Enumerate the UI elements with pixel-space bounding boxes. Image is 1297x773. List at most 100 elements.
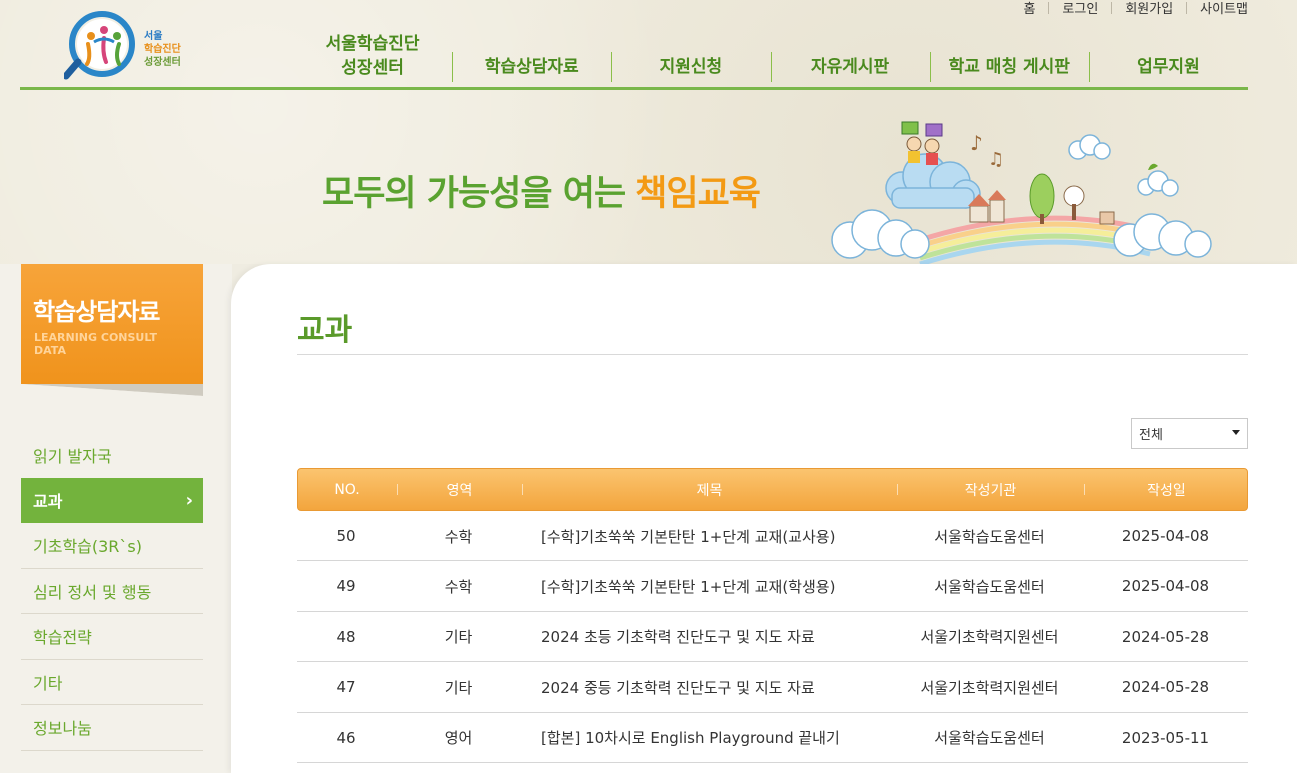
sidebar-subtitle-line: DATA: [34, 344, 66, 357]
utility-links: 홈 로그인 회원가입 사이트맵: [1023, 0, 1248, 17]
nav-label: 서울학습진단: [325, 34, 420, 54]
table-body: 50 수학 [수학]기초쑥쑥 기본탄탄 1+단계 교재(교사용) 서울학습도움센…: [297, 511, 1248, 763]
cell-no: 46: [336, 728, 356, 747]
banner-illustration: ♪ ♫: [831, 121, 1212, 266]
cell-no: 50: [336, 527, 356, 545]
nav-label: 자유게시판: [811, 57, 890, 77]
cell-title-link[interactable]: 2024 초등 기초학력 진단도구 및 지도 자료: [541, 612, 896, 662]
sidebar-item-etc[interactable]: 기타: [21, 660, 203, 705]
sidebar-item-label: 교과: [33, 492, 63, 512]
signup-link[interactable]: 회원가입: [1125, 0, 1173, 17]
nav-item-center[interactable]: 서울학습진단성장센터: [293, 28, 452, 84]
table-row[interactable]: 47 기타 2024 중등 기초학력 진단도구 및 지도 자료 서울기초학력지원…: [297, 662, 1248, 713]
logo-magnifier-icon: [62, 11, 135, 80]
nav-label: 지원신청: [659, 57, 723, 77]
sidebar-item-label: 기타: [33, 673, 63, 693]
sidebar-item-psychology[interactable]: 심리 정서 및 행동: [21, 569, 203, 614]
nav-item-school-matching[interactable]: 학교 매칭 게시판: [929, 28, 1089, 84]
nav-underline: [20, 87, 1248, 90]
sidebar-item-info-sharing[interactable]: 정보나눔: [21, 705, 203, 751]
sidebar-item-label: 읽기 발자국: [33, 446, 112, 466]
nav-divider: [452, 52, 454, 82]
logo-line-2: 학습진단: [144, 44, 181, 55]
login-link[interactable]: 로그인: [1062, 0, 1098, 17]
cell-area: 영어: [444, 729, 473, 748]
cell-area: 수학: [444, 577, 473, 596]
cell-area: 수학: [444, 527, 473, 546]
cell-no: 47: [336, 678, 356, 697]
sidebar-item-basic-learning[interactable]: 기초학습(3R`s): [21, 523, 203, 569]
sidebar-item-learning-strategy[interactable]: 학습전략: [21, 614, 203, 660]
nav-divider: [929, 52, 931, 82]
table-row[interactable]: 49 수학 [수학]기초쑥쑥 기본탄탄 1+단계 교재(학생용) 서울학습도움센…: [297, 561, 1248, 612]
column-header-title: 제목: [696, 482, 723, 499]
cell-date: 2023-05-11: [1121, 728, 1210, 747]
chevron-right-icon: ›: [185, 489, 193, 511]
cell-area: 기타: [444, 678, 473, 697]
nav-item-apply[interactable]: 지원신청: [611, 28, 770, 84]
category-filter-select[interactable]: 전체: [1131, 418, 1248, 449]
cell-org: 서울학습도움센터: [934, 577, 1045, 596]
svg-text:♫: ♫: [988, 149, 1004, 170]
cell-title-link[interactable]: 2024 중등 기초학력 진단도구 및 지도 자료: [541, 662, 896, 712]
cell-title-link[interactable]: [합본] 10차시로 English Playground 끝내기: [541, 713, 896, 763]
cell-title-link[interactable]: [수학]기초쑥쑥 기본탄탄 1+단계 교재(교사용): [541, 511, 896, 561]
page-title: 교과: [297, 313, 353, 348]
nav-divider: [770, 52, 772, 82]
cell-org: 서울기초학력지원센터: [920, 628, 1059, 647]
nav-label: 성장센터: [341, 58, 404, 78]
sidebar-item-reading-footprint[interactable]: 읽기 발자국: [21, 432, 203, 478]
logo-line-1: 서울: [144, 31, 163, 42]
banner-slogan: 모두의 가능성을 여는 책임교육: [322, 165, 761, 216]
nav-divider: [611, 52, 613, 82]
cell-date: 2024-05-28: [1121, 627, 1210, 646]
cell-area: 기타: [444, 628, 473, 647]
sidebar-menu: 읽기 발자국 교과 › 기초학습(3R`s) 심리 정서 및 행동 학습전략 기타…: [21, 432, 203, 751]
divider: [1048, 1, 1050, 14]
cell-org: 서울기초학력지원센터: [920, 678, 1059, 697]
table-header: NO. 영역 제목 작성기관 작성일: [297, 468, 1248, 511]
nav-label: 학교 매칭 게시판: [948, 57, 1070, 77]
nav-item-free-board[interactable]: 자유게시판: [770, 28, 930, 84]
cell-no: 48: [336, 627, 356, 646]
cell-title-link[interactable]: [수학]기초쑥쑥 기본탄탄 1+단계 교재(학생용): [541, 561, 896, 611]
sitemap-link[interactable]: 사이트맵: [1200, 0, 1248, 17]
logo-line-3: 성장센터: [144, 57, 181, 68]
table-row[interactable]: 46 영어 [합본] 10차시로 English Playground 끝내기 …: [297, 713, 1248, 763]
nav-divider: [1088, 52, 1090, 82]
divider: [1186, 1, 1188, 14]
select-value: 전체: [1139, 428, 1163, 443]
dropdown-arrow-icon: [1232, 430, 1240, 435]
column-header-no: NO.: [334, 481, 360, 498]
slogan-accent: 책임교육: [635, 174, 761, 214]
sidebar-title: 학습상담자료: [33, 298, 160, 326]
sidebar-item-label: 학습전략: [33, 628, 92, 648]
divider: [1111, 1, 1113, 14]
site-logo[interactable]: 서울 학습진단 성장센터: [62, 8, 194, 82]
sidebar-subtitle-line: LEARNING CONSULT: [34, 331, 158, 344]
svg-text:♪: ♪: [970, 131, 983, 155]
sidebar-item-label: 정보나눔: [33, 719, 92, 739]
nav-item-consult-data[interactable]: 학습상담자료: [452, 28, 611, 84]
home-link[interactable]: 홈: [1023, 0, 1035, 17]
sidebar-subtitle: LEARNING CONSULT DATA: [34, 331, 157, 357]
cell-no: 49: [336, 577, 356, 596]
slogan-main: 모두의 가능성을 여는: [322, 174, 626, 214]
column-header-area: 영역: [446, 482, 473, 499]
cell-date: 2024-05-28: [1121, 678, 1210, 697]
sidebar-item-label: 심리 정서 및 행동: [33, 582, 152, 602]
header: 홈 로그인 회원가입 사이트맵 서울 학습진단 성장센터 서울학습진단성장센터: [0, 0, 1297, 266]
sidebar-item-label: 기초학습(3R`s): [33, 537, 142, 557]
main-nav: 서울학습진단성장센터 학습상담자료 지원신청 자유게시판 학교 매칭 게시판 업…: [293, 28, 1248, 88]
cell-date: 2025-04-08: [1121, 577, 1210, 596]
column-header-org: 작성기관: [964, 482, 1017, 499]
cell-date: 2025-04-08: [1121, 527, 1210, 545]
table-row[interactable]: 48 기타 2024 초등 기초학력 진단도구 및 지도 자료 서울기초학력지원…: [297, 612, 1248, 663]
logo-text: 서울 학습진단 성장센터: [144, 30, 181, 69]
nav-item-work-support[interactable]: 업무지원: [1088, 28, 1248, 84]
nav-label: 업무지원: [1137, 57, 1200, 77]
sidebar-item-subject[interactable]: 교과 ›: [21, 477, 203, 523]
title-divider: [297, 354, 1248, 355]
cell-org: 서울학습도움센터: [934, 527, 1045, 546]
table-row[interactable]: 50 수학 [수학]기초쑥쑥 기본탄탄 1+단계 교재(교사용) 서울학습도움센…: [297, 511, 1248, 562]
